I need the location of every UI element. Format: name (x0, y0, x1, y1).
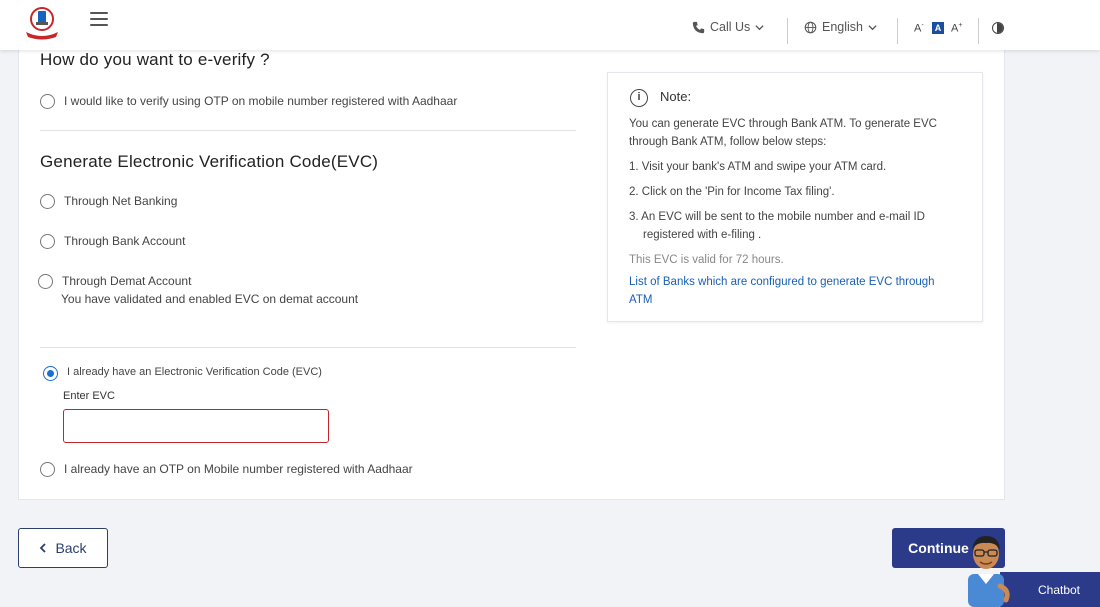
radio-button[interactable] (40, 94, 55, 109)
phone-icon (692, 21, 705, 33)
note-intro: You can generate EVC through Bank ATM. T… (629, 118, 937, 148)
header-divider (787, 18, 788, 44)
option-otp-aadhaar[interactable]: I would like to verify using OTP on mobi… (40, 94, 457, 109)
section-divider (40, 130, 576, 131)
emblem-logo[interactable] (22, 6, 62, 40)
back-label: Back (55, 540, 87, 556)
font-increase-button[interactable]: A+ (951, 22, 962, 35)
chatbot-label: Chatbot (1037, 582, 1081, 597)
call-us-label: Call Us (710, 20, 751, 34)
note-step-3: 3. An EVC will be sent to the mobile num… (629, 211, 925, 223)
note-step-3-cont: registered with e-filing . (643, 229, 762, 241)
note-step-1: 1. Visit your bank's ATM and swipe your … (629, 161, 887, 173)
option-demat-account[interactable]: Through Demat Account (38, 274, 191, 289)
chatbot-avatar-icon[interactable] (960, 530, 1012, 607)
hamburger-menu-icon[interactable] (90, 12, 108, 26)
option-bank-account[interactable]: Through Bank Account (40, 234, 185, 249)
everify-card: How do you want to e-verify ? I would li… (18, 50, 1005, 500)
radio-button[interactable] (40, 462, 55, 477)
back-button[interactable]: Back (18, 528, 108, 568)
radio-button-selected[interactable] (43, 366, 58, 381)
evc-input[interactable] (63, 409, 329, 443)
option-label: Through Demat Account (62, 274, 192, 288)
radio-button[interactable] (40, 194, 55, 209)
globe-icon (804, 21, 817, 33)
note-panel: i Note: You can generate EVC through Ban… (607, 72, 983, 322)
chevron-down-icon (868, 24, 877, 30)
note-title: Note: (660, 89, 692, 104)
option-label: Through Bank Account (64, 234, 186, 248)
radio-button[interactable] (38, 274, 53, 289)
chevron-down-icon (755, 24, 764, 30)
language-label: English (822, 20, 863, 34)
radio-button[interactable] (40, 234, 55, 249)
info-icon: i (630, 89, 648, 107)
bank-list-link[interactable]: List of Banks which are configured to ge… (629, 273, 959, 309)
font-normal-button[interactable]: A (932, 22, 944, 34)
header-divider (897, 18, 898, 44)
option-label: Through Net Banking (64, 194, 178, 208)
enter-evc-label: Enter EVC (63, 390, 115, 402)
font-decrease-button[interactable]: A- (914, 22, 924, 35)
note-step-2: 2. Click on the 'Pin for Income Tax fili… (629, 186, 835, 198)
option-label: I would like to verify using OTP on mobi… (64, 94, 458, 108)
contrast-toggle-icon[interactable] (992, 22, 1004, 34)
section-divider (40, 347, 576, 348)
option-label: I already have an Electronic Verificatio… (67, 366, 322, 378)
language-dropdown[interactable]: English (804, 20, 877, 34)
option-label: I already have an OTP on Mobile number r… (64, 462, 413, 476)
option-net-banking[interactable]: Through Net Banking (40, 194, 177, 209)
note-validity: This EVC is valid for 72 hours. (629, 254, 784, 266)
top-header: Call Us English A- A A+ (0, 0, 1100, 50)
chatbot-button[interactable]: Chatbot (1000, 572, 1100, 607)
option-already-have-otp[interactable]: I already have an OTP on Mobile number r… (40, 462, 413, 477)
evc-title: Generate Electronic Verification Code(EV… (40, 152, 379, 171)
demat-note: You have validated and enabled EVC on de… (61, 292, 359, 306)
option-already-have-evc[interactable]: I already have an Electronic Verificatio… (43, 366, 322, 381)
call-us-dropdown[interactable]: Call Us (692, 20, 764, 34)
header-divider (978, 18, 979, 44)
everify-title: How do you want to e-verify ? (40, 50, 270, 69)
chevron-left-icon (40, 543, 47, 553)
